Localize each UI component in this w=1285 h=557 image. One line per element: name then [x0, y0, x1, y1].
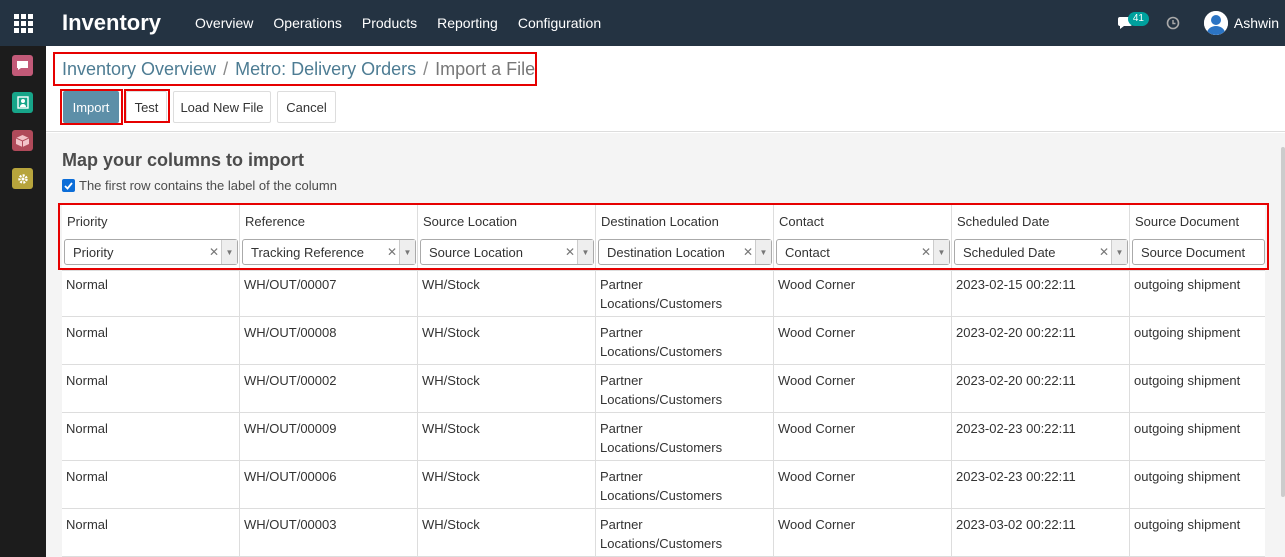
table-cell: WH/OUT/00009 [244, 421, 337, 436]
table-cell: Normal [66, 421, 108, 436]
table-cell: Partner Locations/Customers [600, 421, 723, 455]
left-app-bar [0, 46, 46, 557]
table-cell: WH/OUT/00008 [244, 325, 337, 340]
table-cell: WH/OUT/00007 [244, 277, 337, 292]
row-divider [62, 412, 1265, 413]
menu-operations[interactable]: Operations [273, 15, 341, 31]
main-menu: Overview Operations Products Reporting C… [195, 15, 621, 31]
row-divider [62, 316, 1265, 317]
table-cell: outgoing shipment [1134, 277, 1241, 292]
table-cell: WH/Stock [422, 517, 480, 532]
row-divider [62, 460, 1265, 461]
table-cell: outgoing shipment [1134, 373, 1241, 388]
table-cell: Wood Corner [778, 277, 856, 292]
table-cell: outgoing shipment [1134, 469, 1241, 484]
table-cell: WH/Stock [422, 325, 480, 340]
contacts-icon[interactable] [12, 92, 33, 113]
grid-icon [13, 13, 33, 33]
menu-products[interactable]: Products [362, 15, 417, 31]
menu-configuration[interactable]: Configuration [518, 15, 601, 31]
table-cell: 2023-02-23 00:22:11 [956, 421, 1076, 436]
table-cell: 2023-02-20 00:22:11 [956, 373, 1076, 388]
table-cell: WH/Stock [422, 373, 480, 388]
first-row-label: The first row contains the label of the … [79, 178, 337, 193]
inventory-icon[interactable] [12, 130, 33, 151]
import-content: Map your columns to import The first row… [46, 133, 1285, 557]
table-cell: Partner Locations/Customers [600, 469, 723, 503]
table-cell: WH/Stock [422, 421, 480, 436]
page-title: Map your columns to import [62, 150, 305, 170]
settings-icon[interactable] [12, 168, 33, 189]
table-cell: 2023-02-23 00:22:11 [956, 469, 1076, 484]
top-navbar: Inventory Overview Operations Products R… [0, 0, 1285, 46]
table-cell: 2023-02-20 00:22:11 [956, 325, 1076, 340]
control-panel: Inventory Overview / Metro: Delivery Ord… [46, 46, 1285, 132]
menu-reporting[interactable]: Reporting [437, 15, 498, 31]
table-cell: WH/OUT/00006 [244, 469, 337, 484]
table-cell: WH/Stock [422, 277, 480, 292]
table-cell: Normal [66, 277, 108, 292]
table-cell: Partner Locations/Customers [600, 517, 723, 551]
breadcrumb-current: Import a File [435, 58, 536, 79]
load-new-file-button[interactable]: Load New File [173, 91, 271, 123]
column-mapping-highlight [58, 203, 1269, 270]
breadcrumb-separator: / [223, 58, 229, 79]
import-highlight [60, 89, 123, 125]
table-cell: outgoing shipment [1134, 517, 1241, 532]
table-cell: Wood Corner [778, 373, 856, 388]
messages-button[interactable]: 41 [1116, 0, 1149, 46]
cancel-button[interactable]: Cancel [277, 91, 336, 123]
app-title[interactable]: Inventory [62, 10, 161, 36]
avatar[interactable] [1203, 11, 1228, 35]
breadcrumb-separator: / [423, 58, 429, 79]
menu-overview[interactable]: Overview [195, 15, 253, 31]
first-row-option: The first row contains the label of the … [62, 178, 337, 193]
clock-icon[interactable] [1166, 16, 1180, 30]
table-cell: 2023-02-15 00:22:11 [956, 277, 1076, 292]
apps-menu-button[interactable] [0, 0, 46, 46]
breadcrumb-inventory-overview[interactable]: Inventory Overview [62, 59, 216, 80]
breadcrumb: Inventory Overview / Metro: Delivery Ord… [53, 52, 537, 86]
table-cell: Normal [66, 469, 108, 484]
table-cell: Wood Corner [778, 517, 856, 532]
table-cell: WH/OUT/00002 [244, 373, 337, 388]
table-cell: Partner Locations/Customers [600, 325, 723, 359]
first-row-checkbox[interactable] [62, 179, 75, 192]
breadcrumb-delivery-orders[interactable]: Metro: Delivery Orders [235, 59, 416, 80]
row-divider [62, 364, 1265, 365]
table-cell: WH/OUT/00003 [244, 517, 337, 532]
vertical-scrollbar[interactable] [1281, 147, 1285, 497]
table-cell: Partner Locations/Customers [600, 373, 723, 407]
notification-badge: 41 [1127, 12, 1149, 26]
table-cell: Wood Corner [778, 325, 856, 340]
discuss-icon[interactable] [12, 55, 33, 76]
username[interactable]: Ashwin [1234, 15, 1279, 31]
table-cell: Partner Locations/Customers [600, 277, 723, 311]
table-cell: Normal [66, 325, 108, 340]
table-cell: Wood Corner [778, 421, 856, 436]
test-highlight [124, 89, 170, 123]
table-cell: WH/Stock [422, 469, 480, 484]
table-cell: Normal [66, 373, 108, 388]
table-cell: outgoing shipment [1134, 325, 1241, 340]
table-cell: 2023-03-02 00:22:11 [956, 517, 1076, 532]
table-cell: Wood Corner [778, 469, 856, 484]
table-cell: Normal [66, 517, 108, 532]
table-cell: outgoing shipment [1134, 421, 1241, 436]
row-divider [62, 270, 1265, 271]
row-divider [62, 508, 1265, 509]
